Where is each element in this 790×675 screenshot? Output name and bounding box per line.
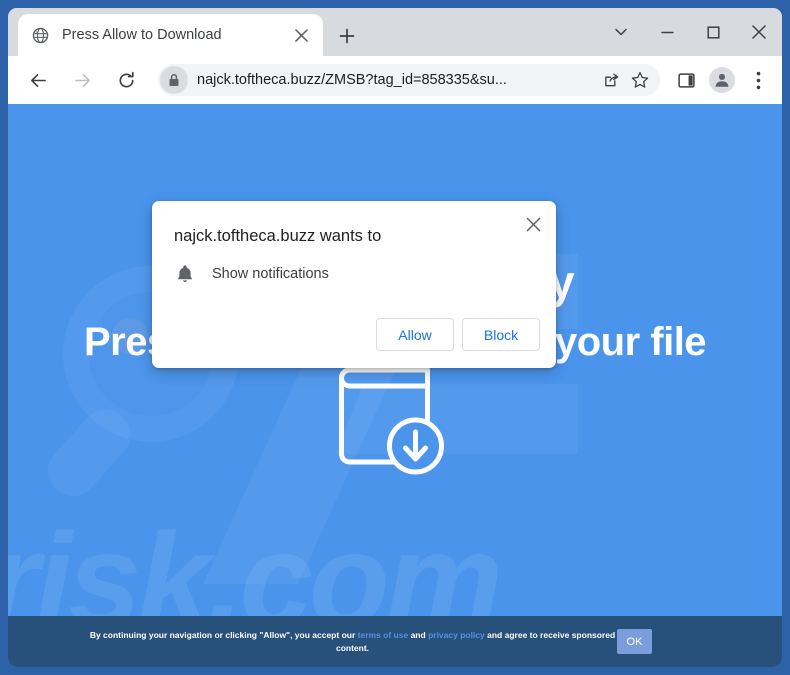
tab-search-chevron-down-icon[interactable]: [598, 10, 644, 54]
page-viewport: risk.com Your file is ready Press Allow …: [8, 104, 782, 667]
browser-window: Press Allow to Download najck.toftheca.b…: [8, 8, 782, 667]
tab-strip: Press Allow to Download: [8, 8, 782, 56]
bell-icon: [174, 263, 196, 285]
consent-banner: By continuing your navigation or clickin…: [8, 616, 782, 667]
privacy-policy-link[interactable]: privacy policy: [428, 630, 485, 640]
profile-avatar[interactable]: [706, 64, 738, 96]
address-bar-url: najck.toftheca.buzz/ZMSB?tag_id=858335&s…: [197, 72, 507, 88]
minimize-icon[interactable]: [644, 10, 690, 54]
browser-menu-icon[interactable]: [742, 64, 774, 96]
dialog-permission-row: Show notifications: [174, 263, 329, 285]
browser-toolbar: najck.toftheca.buzz/ZMSB?tag_id=858335&s…: [8, 56, 782, 104]
address-bar[interactable]: najck.toftheca.buzz/ZMSB?tag_id=858335&s…: [158, 64, 660, 96]
new-tab-button[interactable]: [333, 22, 361, 50]
block-button[interactable]: Block: [462, 318, 540, 351]
consent-ok-button[interactable]: OK: [617, 629, 652, 654]
back-arrow-icon[interactable]: [21, 63, 55, 97]
avatar: [709, 67, 735, 93]
window-controls: [598, 8, 782, 56]
consent-banner-text: By continuing your navigation or clickin…: [28, 629, 617, 655]
allow-button[interactable]: Allow: [376, 318, 454, 351]
bookmark-star-icon[interactable]: [626, 66, 654, 94]
reload-icon[interactable]: [109, 63, 143, 97]
close-icon[interactable]: [520, 211, 546, 237]
document-download-icon: [339, 367, 444, 475]
close-window-icon[interactable]: [736, 10, 782, 54]
side-panel-icon[interactable]: [670, 64, 702, 96]
consent-text-and: and: [410, 629, 426, 640]
tab-title: Press Allow to Download: [62, 27, 222, 43]
lock-icon[interactable]: [160, 66, 188, 94]
notification-permission-dialog: najck.toftheca.buzz wants to Show notifi…: [152, 201, 556, 368]
share-icon[interactable]: [597, 66, 625, 94]
terms-of-use-link[interactable]: terms of use: [358, 630, 409, 640]
consent-text-part1: By continuing your navigation or clickin…: [89, 629, 356, 640]
window-frame: Press Allow to Download najck.toftheca.b…: [0, 0, 790, 675]
maximize-icon[interactable]: [690, 10, 736, 54]
close-icon[interactable]: [289, 23, 313, 47]
dialog-actions: Allow Block: [376, 318, 540, 351]
globe-icon: [32, 27, 49, 44]
dialog-permission-label: Show notifications: [212, 266, 329, 282]
dialog-title: najck.toftheca.buzz wants to: [174, 227, 382, 245]
browser-tab[interactable]: Press Allow to Download: [18, 14, 323, 56]
forward-arrow-icon[interactable]: [65, 63, 99, 97]
